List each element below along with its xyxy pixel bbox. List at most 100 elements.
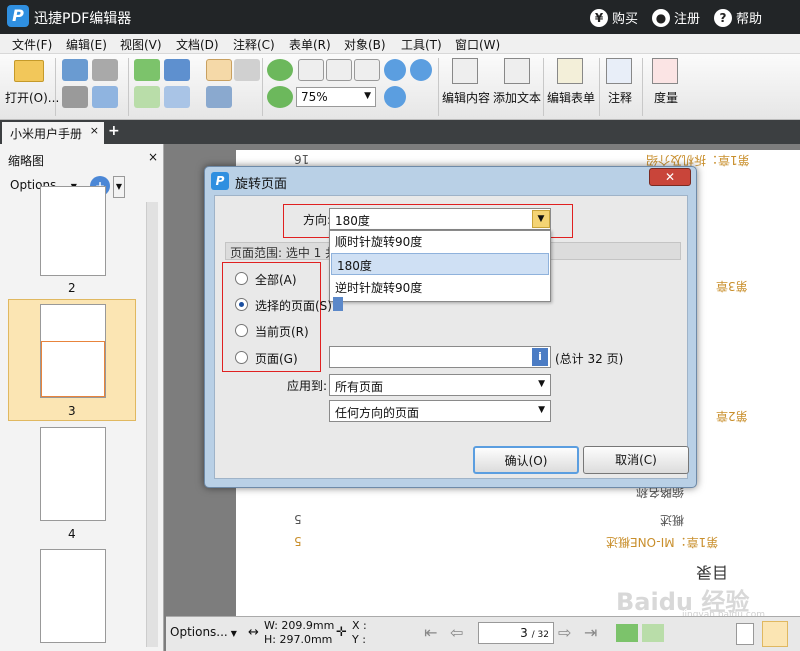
radio-selected-pages-label: 选择的页面(S) <box>255 299 332 313</box>
chevron-down-icon: ▼ <box>364 91 371 101</box>
app-title: 迅捷PDF编辑器 <box>34 11 132 27</box>
chevron-down-icon[interactable]: ▼ <box>113 176 125 198</box>
zoom-select[interactable]: 75% ▼ <box>296 87 376 107</box>
menu-tools[interactable]: 工具(T) <box>401 36 442 53</box>
menu-document[interactable]: 文档(D) <box>176 36 219 53</box>
toolbar: 打开(O)... 75% ▼ 编辑内容 添加文本 编辑表单 注释 度量 <box>0 54 800 120</box>
open-button[interactable]: 打开(O)... <box>5 89 59 106</box>
help-button[interactable]: ? 帮助 <box>714 8 762 27</box>
scanner-icon[interactable] <box>92 59 118 81</box>
prev-view-icon[interactable] <box>616 624 638 642</box>
rotate-ccw-icon[interactable] <box>267 86 293 108</box>
cursor-y: Y : <box>352 633 366 646</box>
page-thumbnail[interactable] <box>40 304 106 398</box>
view-rectangle <box>41 341 105 397</box>
edit-form-icon[interactable] <box>557 58 583 84</box>
option-180[interactable]: 180度 <box>331 253 549 275</box>
measure-button[interactable]: 度量 <box>654 89 678 106</box>
page-input[interactable]: 3 / 32 <box>478 622 554 644</box>
options-dropdown[interactable]: Options...▼ <box>170 625 237 639</box>
menu-object[interactable]: 对象(B) <box>344 36 386 53</box>
orientation-select[interactable]: 任何方向的页面 ▼ <box>329 400 551 422</box>
radio-pages-label: 页面(G) <box>255 352 298 366</box>
annotate-button[interactable]: 注释 <box>608 89 632 106</box>
radio-current-page[interactable] <box>235 324 248 337</box>
add-tab-button[interactable]: + <box>108 123 120 139</box>
rotate-pages-dialog: P 旋转页面 ✕ 方向: 180度 ▼ 页面范围: 选中 1 共 顺时针旋转90… <box>204 166 697 488</box>
thumbnail-label: 4 <box>68 527 76 541</box>
radio-all-label: 全部(A) <box>255 273 297 287</box>
cancel-button[interactable]: 取消(C) <box>583 446 689 474</box>
option-counterclockwise-90[interactable]: 逆时针旋转90度 <box>330 277 550 297</box>
zoom-plus-icon[interactable] <box>384 86 406 108</box>
zoom-in-icon[interactable] <box>384 59 406 81</box>
next-page-icon[interactable]: ⇨ <box>558 623 571 642</box>
first-page-icon[interactable]: ⇤ <box>424 623 437 642</box>
edit-content-button[interactable]: 编辑内容 <box>442 89 490 106</box>
app-logo-icon: P <box>211 172 229 190</box>
menu-form[interactable]: 表单(R) <box>289 36 331 53</box>
scrollbar[interactable] <box>146 202 158 647</box>
page-thumbnail[interactable] <box>40 186 106 276</box>
menu-file[interactable]: 文件(F) <box>12 36 52 53</box>
page-thumbnail[interactable] <box>40 549 106 643</box>
radio-all[interactable] <box>235 272 248 285</box>
prev-page-icon[interactable]: ⇦ <box>450 623 463 642</box>
single-page-icon[interactable] <box>736 623 754 645</box>
next-view-icon[interactable] <box>134 86 160 108</box>
pages-input[interactable]: i <box>329 346 551 368</box>
apply-to-select[interactable]: 所有页面 ▼ <box>329 374 551 396</box>
resize-icon: ↔ <box>248 625 259 640</box>
radio-selected-pages[interactable] <box>235 298 248 311</box>
thumbnail-panel: 缩略图 × Options...▼ + ▼ 2 3 4 <box>0 144 164 651</box>
menu-view[interactable]: 视图(V) <box>120 36 162 53</box>
menu-bar: 文件(F) 编辑(E) 视图(V) 文档(D) 注释(C) 表单(R) 对象(B… <box>0 34 800 54</box>
ok-button[interactable]: 确认(O) <box>473 446 579 474</box>
print-icon[interactable] <box>62 86 88 108</box>
continuous-page-icon[interactable] <box>762 621 788 647</box>
menu-comment[interactable]: 注释(C) <box>233 36 275 53</box>
redo-icon[interactable] <box>164 86 190 108</box>
zoom-out-icon[interactable] <box>410 59 432 81</box>
snapshot-icon[interactable] <box>206 86 232 108</box>
register-button[interactable]: ● 注册 <box>652 8 700 27</box>
dialog-title: 旋转页面 <box>235 177 288 192</box>
save-icon[interactable] <box>62 59 88 81</box>
last-page-icon[interactable]: ⇥ <box>584 623 597 642</box>
panel-title: 缩略图 <box>8 154 45 168</box>
radio-current-page-label: 当前页(R) <box>255 325 309 339</box>
dialog-body: 方向: 180度 ▼ 页面范围: 选中 1 共 顺时针旋转90度 180度 逆时… <box>214 195 689 479</box>
question-icon: ? <box>714 8 732 27</box>
hand-tool-icon[interactable] <box>206 59 232 81</box>
radio-pages[interactable] <box>235 351 248 364</box>
measure-icon[interactable] <box>652 58 678 84</box>
option-clockwise-90[interactable]: 顺时针旋转90度 <box>330 231 550 251</box>
email-icon[interactable] <box>92 86 118 108</box>
tab-document[interactable]: 小米用户手册 × <box>2 122 104 144</box>
close-icon[interactable]: × <box>148 150 158 164</box>
add-text-button[interactable]: 添加文本 <box>493 89 541 106</box>
next-view-icon[interactable] <box>642 624 664 642</box>
undo-icon[interactable] <box>164 59 190 81</box>
edit-form-button[interactable]: 编辑表单 <box>547 89 595 106</box>
menu-edit[interactable]: 编辑(E) <box>66 36 107 53</box>
prev-view-icon[interactable] <box>134 59 160 81</box>
info-icon: i <box>532 348 548 366</box>
edit-content-icon[interactable] <box>452 58 478 84</box>
add-text-icon[interactable] <box>504 58 530 84</box>
annotate-icon[interactable] <box>606 58 632 84</box>
buy-button[interactable]: ¥ 购买 <box>590 8 638 27</box>
menu-window[interactable]: 窗口(W) <box>455 36 500 53</box>
status-bar: Options... ▼ ↔ W: 209.9mm H: 297.0mm ✛ X … <box>166 616 800 651</box>
fit-width-icon[interactable] <box>354 59 380 81</box>
actual-size-icon[interactable] <box>298 59 324 81</box>
folder-icon[interactable] <box>14 60 44 82</box>
rotate-cw-icon[interactable] <box>267 59 293 81</box>
select-text-icon[interactable] <box>234 59 260 81</box>
total-pages: (总计 32 页) <box>555 352 624 366</box>
dialog-close-button[interactable]: ✕ <box>649 168 691 186</box>
page-thumbnail[interactable] <box>40 427 106 521</box>
fit-page-icon[interactable] <box>326 59 352 81</box>
tab-bar: 小米用户手册 × + <box>0 120 800 144</box>
close-icon[interactable]: × <box>90 124 99 137</box>
